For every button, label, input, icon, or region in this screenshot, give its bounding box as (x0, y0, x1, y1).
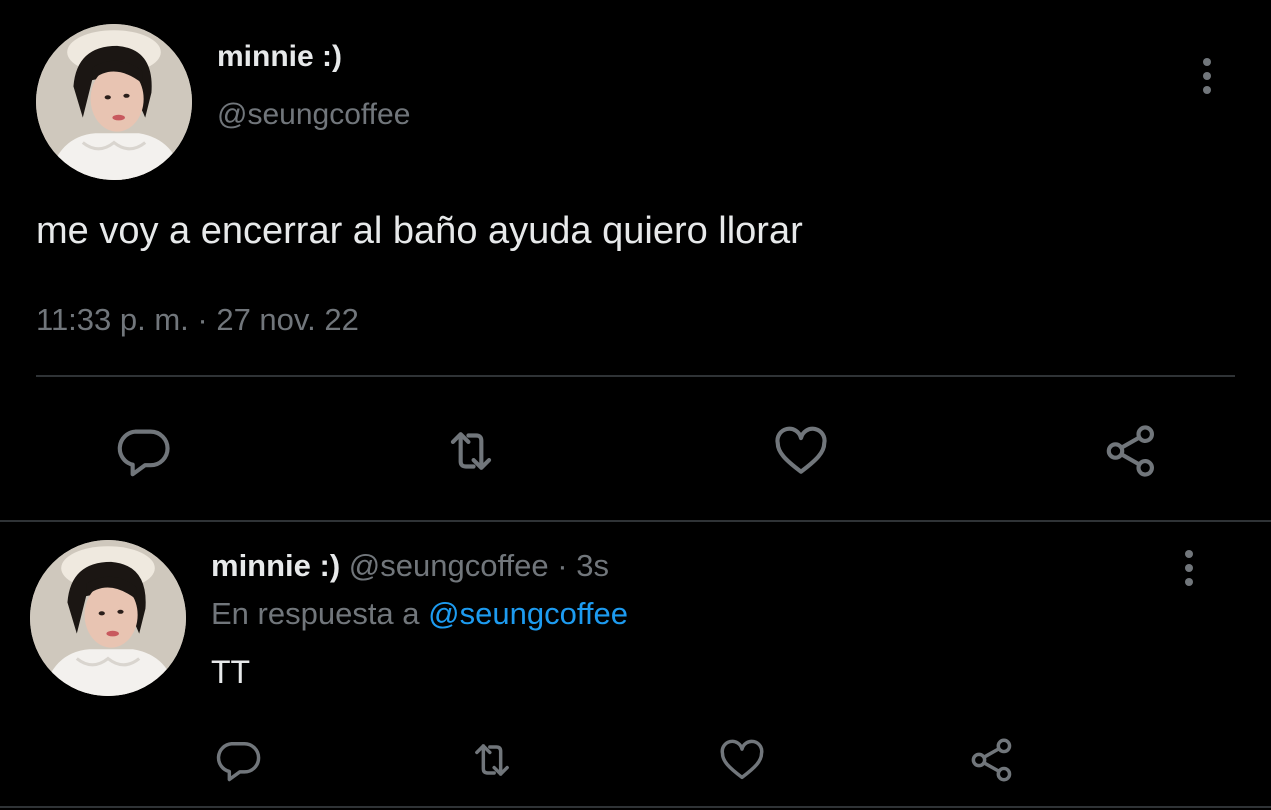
reply-button[interactable] (112, 420, 174, 482)
tweet-timestamp[interactable]: 11:33 p. m. · 27 nov. 22 (36, 302, 359, 338)
replying-to-label: En respuesta a (211, 596, 420, 631)
author-handle[interactable]: @seungcoffee (217, 98, 410, 132)
retweet-button[interactable] (440, 420, 502, 482)
share-icon (971, 738, 1012, 782)
author-handle[interactable]: @seungcoffee (349, 548, 549, 583)
like-button[interactable] (716, 734, 768, 786)
separator: · (557, 548, 568, 583)
divider (36, 375, 1235, 377)
more-vertical-icon[interactable] (1192, 54, 1222, 98)
replying-to: En respuesta a @seungcoffee (211, 596, 628, 632)
author-name[interactable]: minnie :) (217, 40, 342, 74)
like-button[interactable] (770, 420, 832, 482)
avatar-photo (36, 24, 192, 180)
avatar[interactable] (36, 24, 192, 180)
more-vertical-icon[interactable] (1174, 546, 1204, 590)
reply-button[interactable] (212, 734, 264, 786)
heart-icon (720, 739, 764, 780)
share-button[interactable] (966, 734, 1018, 786)
divider (0, 520, 1271, 522)
avatar[interactable] (30, 540, 186, 696)
share-button[interactable] (1100, 420, 1162, 482)
comment-bubble-icon (216, 742, 261, 782)
reply-header: minnie :) @seungcoffee · 3s (211, 548, 609, 584)
tweet-time[interactable]: 3s (576, 548, 609, 583)
author-name[interactable]: minnie :) (211, 548, 340, 583)
tweet-text: TT (211, 654, 251, 690)
heart-icon (775, 426, 827, 474)
retweet-icon (475, 744, 509, 776)
retweet-button[interactable] (466, 734, 518, 786)
avatar-photo (30, 540, 186, 696)
tweet-text: me voy a encerrar al baño ayuda quiero l… (36, 210, 803, 252)
tweet-thread-view: minnie :) @seungcoffee me voy a encerrar… (0, 0, 1271, 810)
retweet-icon (450, 432, 492, 470)
share-icon (1106, 425, 1154, 477)
divider (0, 806, 1271, 808)
comment-bubble-icon (117, 429, 170, 477)
mention-link[interactable]: @seungcoffee (428, 596, 628, 631)
